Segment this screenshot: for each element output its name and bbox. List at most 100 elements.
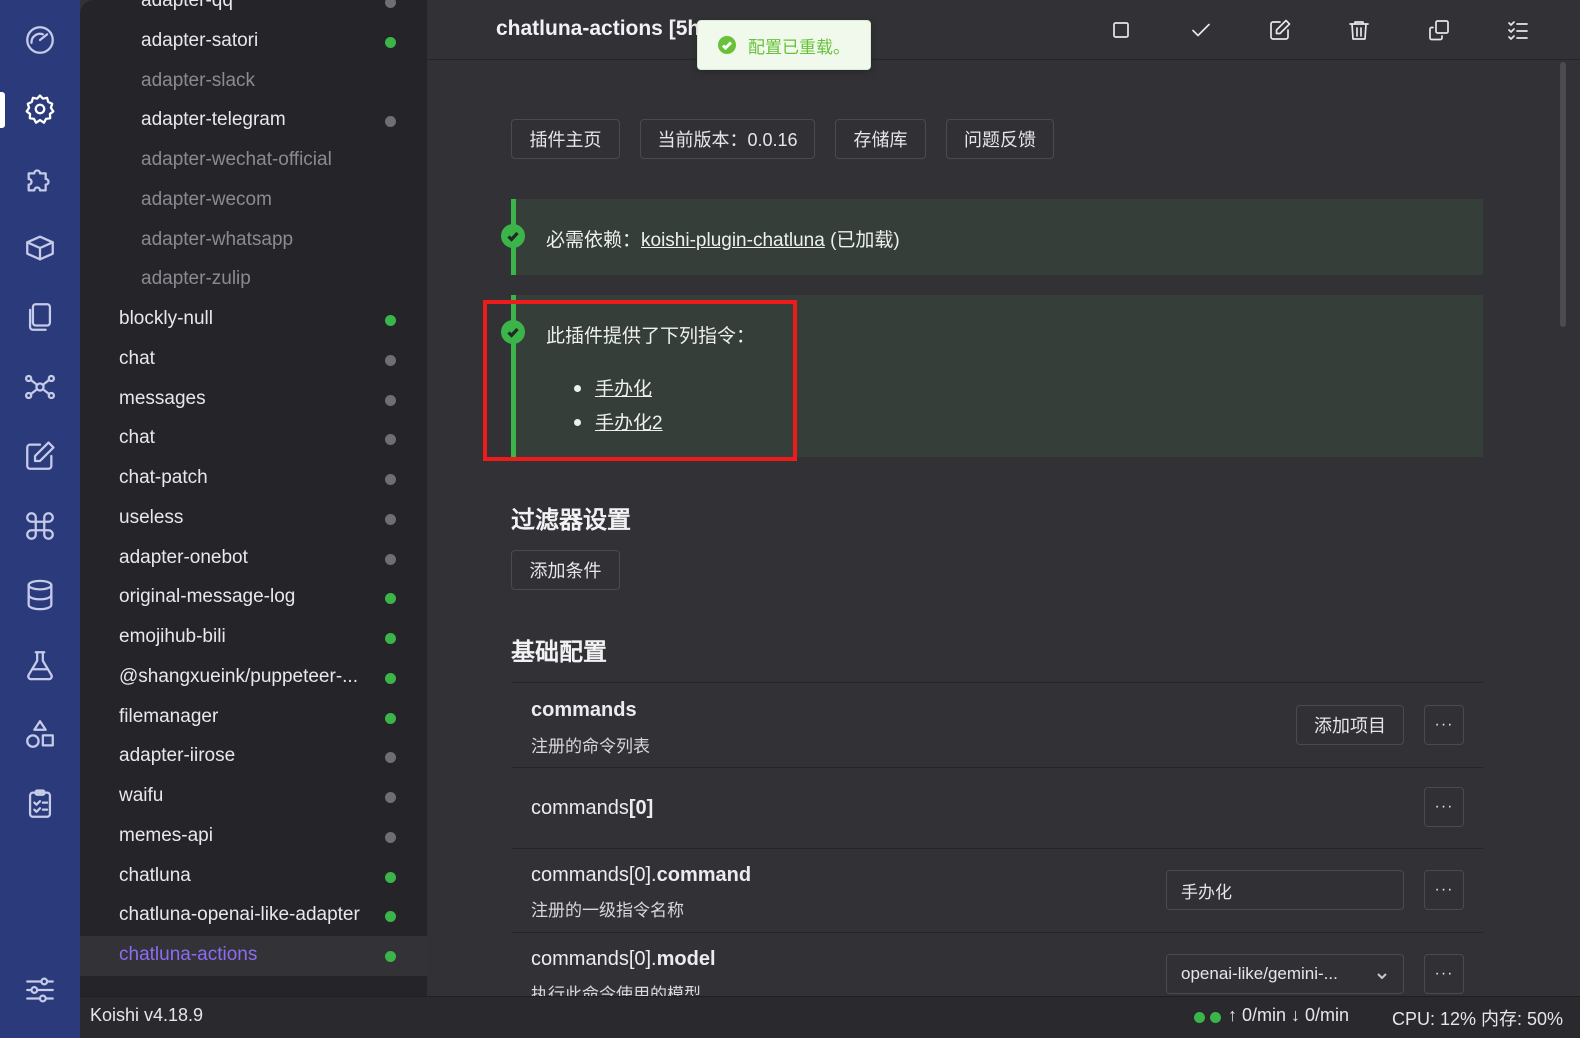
plugin-item[interactable]: original-message-log	[80, 578, 427, 618]
command-link[interactable]: 手办化	[595, 374, 652, 401]
command-input[interactable]: 手办化	[1166, 870, 1404, 910]
plugin-item[interactable]: chatluna-openai-like-adapter	[80, 896, 427, 936]
config-name: commands[0].command	[531, 864, 751, 887]
config-prefix: commands[0].	[531, 948, 657, 970]
copy-icon[interactable]	[1421, 12, 1457, 48]
dependency-link[interactable]: koishi-plugin-chatluna	[641, 230, 825, 251]
basic-section-title: 基础配置	[511, 639, 607, 666]
files-icon[interactable]	[20, 297, 60, 337]
command-link[interactable]: 手办化2	[595, 408, 663, 435]
activity-bar	[0, 0, 80, 1038]
repository-button[interactable]: 存储库	[835, 119, 926, 159]
page-title: chatluna-actions [5h	[496, 17, 701, 40]
sandbox-icon[interactable]	[20, 645, 60, 685]
plugin-name: chatluna	[119, 864, 191, 886]
status-dot	[385, 951, 396, 962]
plugin-name: adapter-iirose	[119, 745, 236, 767]
scrollbar[interactable]	[1560, 62, 1566, 327]
plugin-name: chat	[119, 347, 155, 369]
preferences-icon[interactable]	[20, 970, 60, 1010]
database-icon[interactable]	[20, 575, 60, 615]
plugin-item[interactable]: memes-api	[80, 817, 427, 857]
plugin-item[interactable]: adapter-wecom	[80, 181, 427, 221]
plugin-item[interactable]: @shangxueink/puppeteer-...	[80, 658, 427, 698]
plugin-name: adapter-whatsapp	[141, 228, 294, 250]
plugin-item[interactable]: filemanager	[80, 698, 427, 738]
status-dot	[1210, 1012, 1221, 1023]
version-button[interactable]: 当前版本：0.0.16	[640, 119, 815, 159]
more-options-button[interactable]: ···	[1424, 787, 1464, 827]
homepage-button[interactable]: 插件主页	[511, 119, 620, 159]
plugin-item[interactable]: adapter-slack	[80, 62, 427, 102]
plugin-name: adapter-wechat-official	[141, 149, 332, 170]
dependency-label: 必需依赖：	[546, 230, 642, 251]
config-prefix: commands	[531, 797, 629, 819]
config-key: model	[656, 948, 716, 970]
rename-icon[interactable]	[1262, 12, 1298, 48]
plugin-item[interactable]: chat	[80, 419, 427, 459]
message-rates[interactable]: ↑ 0/min ↓ 0/min	[1228, 1005, 1349, 1026]
plugin-list: adapter-qq adapter-satori adapter-slack ada…	[80, 0, 427, 996]
more-options-button[interactable]: ···	[1424, 954, 1464, 994]
plugin-name: useless	[119, 506, 184, 528]
plugin-name: @shangxueink/puppeteer-...	[119, 665, 358, 687]
plugin-item[interactable]: adapter-satori	[80, 22, 427, 62]
plugin-name: chat	[119, 427, 155, 449]
plugin-item[interactable]: blockly-null	[80, 300, 427, 340]
dependency-status: (已加载)	[824, 230, 900, 251]
plugin-item[interactable]: chat-patch	[80, 459, 427, 499]
resource-usage[interactable]: CPU: 12% 内存: 50%	[1392, 1005, 1563, 1031]
chevron-down-icon	[1375, 968, 1389, 988]
config-name: commands[0]	[531, 797, 653, 820]
edit-icon[interactable]	[20, 436, 60, 476]
plugin-item[interactable]: chatluna	[80, 857, 427, 897]
graph-icon[interactable]	[20, 367, 60, 407]
config-row-command: commands[0].command 注册的一级指令名称 手办化 ···	[511, 848, 1483, 932]
status-dot	[385, 354, 396, 366]
feedback-button[interactable]: 问题反馈	[946, 119, 1054, 159]
config-row-commands-0: commands[0] ···	[511, 767, 1483, 848]
plugin-item[interactable]: adapter-onebot	[80, 539, 427, 579]
command-icon[interactable]	[20, 506, 60, 546]
stop-icon[interactable]	[1103, 12, 1139, 48]
plugin-item[interactable]: adapter-qq	[80, 0, 427, 22]
config-description: 执行此命令使用的模型	[531, 985, 701, 996]
model-select[interactable]: openai-like/gemini-...	[1166, 954, 1404, 994]
plugin-item[interactable]: useless	[80, 499, 427, 539]
status-dot	[385, 752, 396, 764]
toast-notification: 配置已重载。	[697, 20, 871, 70]
check-icon[interactable]	[1183, 12, 1219, 48]
plugin-item[interactable]: waifu	[80, 777, 427, 817]
plugin-item[interactable]: adapter-whatsapp	[80, 221, 427, 261]
plugin-item[interactable]: chat	[80, 340, 427, 380]
plugin-name: memes-api	[119, 824, 213, 846]
version-label: Koishi v4.18.9	[90, 1005, 204, 1025]
more-options-button[interactable]: ···	[1424, 870, 1464, 910]
plugin-name: chatluna-openai-like-adapter	[119, 904, 360, 926]
shapes-icon[interactable]	[20, 714, 60, 754]
plugin-item[interactable]: adapter-wechat-official	[80, 141, 427, 181]
add-item-button[interactable]: 添加项目	[1296, 705, 1404, 745]
model-select-value: openai-like/gemini-...	[1181, 964, 1338, 983]
plugin-item[interactable]: adapter-zulip	[80, 260, 427, 300]
status-dot	[385, 792, 396, 803]
checklist-icon[interactable]	[1500, 12, 1536, 48]
logs-icon[interactable]	[20, 784, 60, 824]
plugin-name: adapter-onebot	[119, 546, 248, 568]
dashboard-icon[interactable]	[20, 20, 60, 60]
settings-icon[interactable]	[20, 89, 60, 129]
plugin-icon[interactable]	[20, 159, 60, 199]
delete-icon[interactable]	[1341, 12, 1377, 48]
add-condition-button[interactable]: 添加条件	[511, 550, 620, 590]
plugin-item[interactable]: chatluna-actions	[80, 936, 427, 976]
plugin-name: adapter-slack	[141, 69, 256, 91]
plugin-item[interactable]: messages	[80, 380, 427, 420]
plugin-name: emojihub-bili	[119, 626, 226, 647]
plugin-item[interactable]: adapter-iirose	[80, 737, 427, 777]
plugin-item[interactable]: emojihub-bili	[80, 618, 427, 658]
market-icon[interactable]	[20, 228, 60, 268]
commands-notice-text: 此插件提供了下列指令：	[546, 326, 756, 347]
commands-notice: 此插件提供了下列指令： 手办化 手办化2	[501, 295, 1483, 457]
plugin-item[interactable]: adapter-telegram	[80, 101, 427, 141]
more-options-button[interactable]: ···	[1424, 705, 1464, 745]
